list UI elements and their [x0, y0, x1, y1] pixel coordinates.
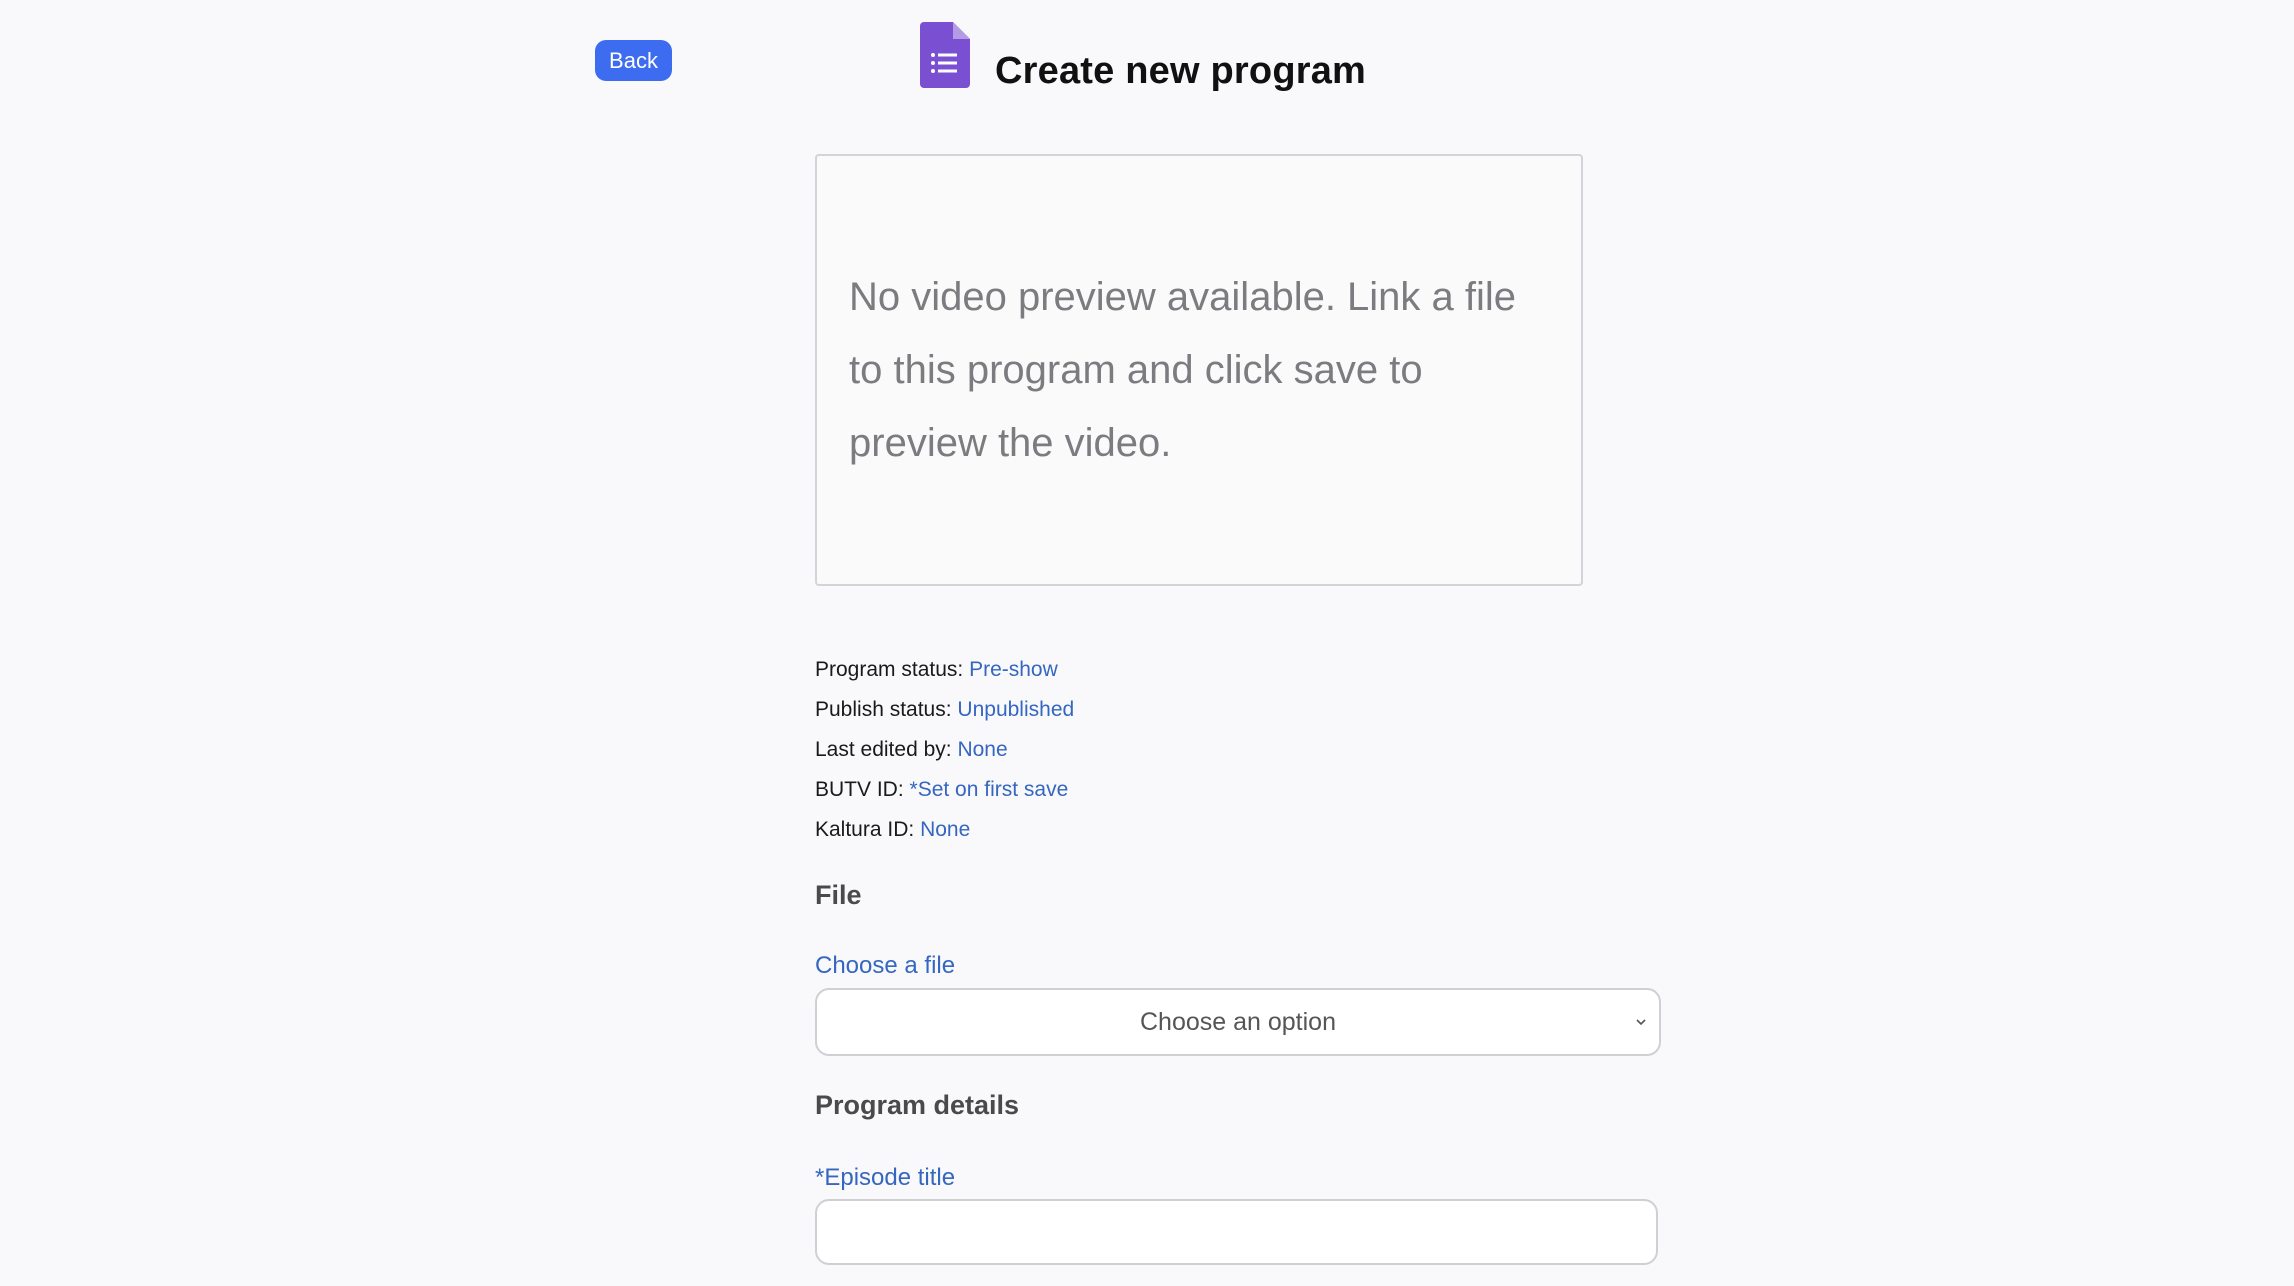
file-select[interactable]: Choose an option: [815, 988, 1661, 1056]
kaltura-id-value: None: [920, 818, 971, 841]
program-status-value: Pre-show: [969, 658, 1058, 681]
publish-status-row: Publish status: Unpublished: [815, 690, 1074, 730]
episode-title-input[interactable]: [815, 1199, 1658, 1265]
preview-line: No video preview available. Link a file: [849, 274, 1517, 319]
page-title: Create new program: [995, 50, 1367, 92]
choose-file-label: Choose a file: [815, 952, 956, 979]
last-edited-value: None: [957, 738, 1008, 761]
back-button[interactable]: Back: [595, 40, 672, 81]
file-section-heading: File: [815, 880, 862, 910]
butv-id-value: *Set on first save: [909, 778, 1069, 801]
chevron-down-icon: [1636, 1019, 1646, 1026]
video-preview-box: No video preview available. Link a file …: [815, 154, 1583, 586]
kaltura-id-row: Kaltura ID: None: [815, 810, 1074, 850]
publish-status-label: Publish status:: [815, 698, 952, 721]
episode-title-label: *Episode title: [815, 1164, 956, 1191]
butv-id-label: BUTV ID:: [815, 778, 904, 801]
create-program-page: Back Create new program No video preview…: [0, 0, 2294, 1286]
last-edited-row: Last edited by: None: [815, 730, 1074, 770]
preview-line: preview the video.: [849, 420, 1172, 465]
form-document-icon: [920, 22, 970, 88]
program-status-row: Program status: Pre-show: [815, 650, 1074, 690]
program-status-label: Program status:: [815, 658, 964, 681]
video-preview-message: No video preview available. Link a file …: [849, 261, 1516, 480]
preview-line: to this program and click save to: [849, 347, 1423, 392]
kaltura-id-label: Kaltura ID:: [815, 818, 915, 841]
program-metadata: Program status: Pre-show Publish status:…: [815, 650, 1074, 850]
butv-id-row: BUTV ID: *Set on first save: [815, 770, 1074, 810]
program-details-heading: Program details: [815, 1090, 1020, 1120]
publish-status-value: Unpublished: [957, 698, 1075, 721]
file-select-value: Choose an option: [1140, 1007, 1336, 1036]
last-edited-label: Last edited by:: [815, 738, 952, 761]
